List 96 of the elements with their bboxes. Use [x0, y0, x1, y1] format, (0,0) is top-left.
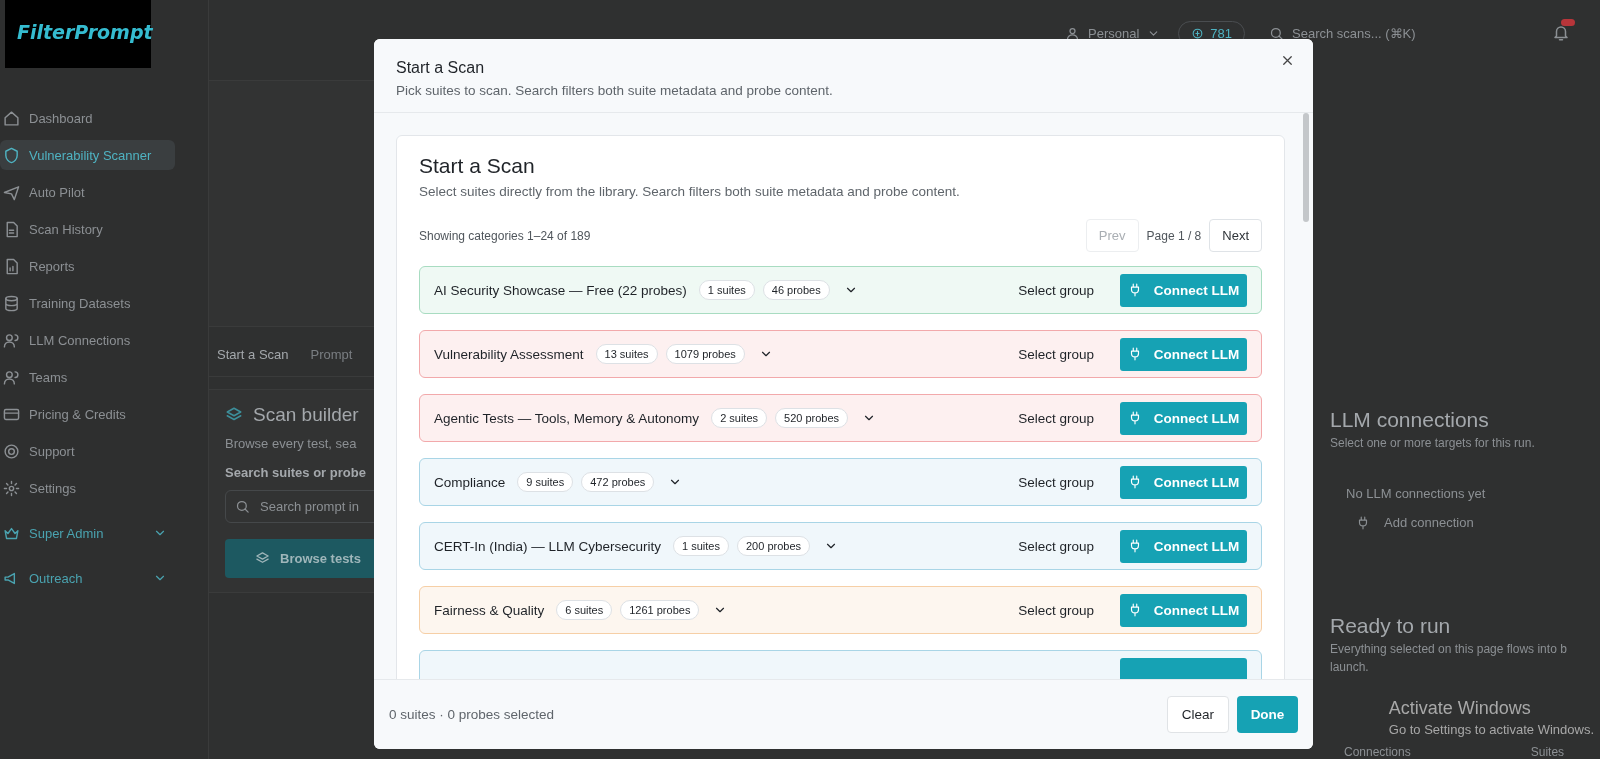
add-connection-button[interactable]: Add connection: [1356, 515, 1474, 530]
sidebar-item[interactable]: Reports: [0, 251, 175, 281]
select-group-button[interactable]: Select group: [1018, 474, 1112, 490]
card-description: Browse every test, sea: [225, 436, 358, 451]
suite-count-badge: 2 suites: [711, 408, 768, 428]
card-title: Start a Scan: [419, 154, 536, 178]
section-description: launch.: [1330, 660, 1370, 674]
sidebar-item[interactable]: Support: [0, 436, 175, 466]
section-description: Select one or more targets for this run.: [1330, 436, 1536, 450]
tab[interactable]: Start a Scan: [217, 347, 289, 362]
section-title: LLM connections: [1330, 408, 1490, 432]
page-indicator: Page 1 / 8: [1146, 228, 1202, 243]
connect-llm-button[interactable]: Connect LLM: [1120, 529, 1247, 563]
sidebar-item[interactable]: Dashboard: [0, 103, 175, 133]
group-name: Fairness & Quality: [434, 602, 545, 618]
probe-count-badge: 472 probes: [581, 472, 655, 492]
selection-summary: 0 suites · 0 probes selected: [389, 707, 555, 722]
next-button[interactable]: Next: [1209, 219, 1262, 252]
connect-llm-button[interactable]: Connect LLM: [1120, 337, 1247, 371]
suite-group-row[interactable]: Fairness & Quality 6 suites 1261 probes Select group Connect LLM: [419, 586, 1262, 634]
probe-count-badge: 1079 probes: [665, 344, 745, 364]
connect-llm-button[interactable]: Connect LLM: [1120, 273, 1247, 307]
connect-llm-button[interactable]: Connect LLM: [1120, 401, 1247, 435]
users-icon: [3, 368, 20, 386]
section-title: Ready to run: [1330, 614, 1452, 638]
select-group-button[interactable]: Select group: [1018, 602, 1112, 618]
section-description: Everything selected on this page flows into b: [1330, 642, 1568, 656]
suite-count-badge: 13 suites: [595, 344, 658, 364]
workspace-switcher[interactable]: Personal: [1065, 25, 1161, 41]
plug-icon: [1356, 515, 1370, 530]
sidebar-item[interactable]: Auto Pilot: [0, 177, 175, 207]
modal-title: Start a Scan: [396, 59, 486, 77]
suite-count-badge: 6 suites: [556, 600, 613, 620]
bell-icon[interactable]: [1552, 24, 1570, 42]
users-icon: [3, 331, 20, 349]
empty-state-text: No LLM connections yet: [1346, 486, 1487, 501]
logo: FilterPrompt: [5, 0, 151, 68]
scrollbar-thumb[interactable]: [1303, 113, 1309, 222]
search-icon: [235, 499, 250, 514]
layers-icon: [255, 551, 270, 566]
search-icon: [1269, 25, 1284, 41]
sidebar-item[interactable]: Settings: [0, 473, 175, 503]
group-name: Agentic Tests — Tools, Memory & Autonomy: [434, 410, 700, 426]
suite-count-badge: 1 suites: [673, 536, 729, 556]
group-name: CERT-In (India) — LLM Cybersecurity: [434, 538, 662, 554]
clear-button[interactable]: Clear: [1167, 696, 1229, 733]
suite-group-row[interactable]: AI Security Showcase — Free (22 probes) 1 suites 46 probes Select group Connect LLM: [419, 266, 1262, 314]
sidebar-item[interactable]: LLM Connections: [0, 325, 175, 355]
suite-group-row[interactable]: Vulnerability Assessment 13 suites 1079 probes Select group Connect LLM: [419, 330, 1262, 378]
done-button[interactable]: Done: [1237, 696, 1298, 733]
group-name: AI Security Showcase — Free (22 probes): [434, 282, 687, 298]
sidebar-item[interactable]: Vulnerability Scanner: [0, 140, 175, 170]
pagination-summary: Showing categories 1–24 of 189: [419, 228, 591, 243]
select-group-button[interactable]: Select group: [1018, 410, 1112, 426]
stat-label: Connections: [1344, 745, 1411, 759]
settings-icon: [3, 479, 20, 497]
suite-count-badge: 9 suites: [517, 472, 574, 492]
group-name: Compliance: [434, 474, 506, 490]
connect-llm-button[interactable]: Connect LLM: [1120, 465, 1247, 499]
probe-count-badge: 1261 probes: [620, 600, 700, 620]
probe-count-badge: 46 probes: [762, 280, 830, 300]
activation-notice-text: Go to Settings to activate Windows.: [1388, 722, 1594, 737]
suite-group-row[interactable]: CERT-In (India) — LLM Cybersecurity 1 suites 200 probes Select group Connect LLM: [419, 522, 1262, 570]
user-icon: [1065, 25, 1080, 41]
activation-notice-title: Activate Windows: [1388, 698, 1532, 719]
select-group-button[interactable]: Select group: [1018, 282, 1112, 298]
stat-label: Suites: [1530, 745, 1565, 759]
plane-icon: [3, 183, 20, 201]
sidebar-group[interactable]: Super Admin: [0, 518, 175, 548]
sidebar-item[interactable]: Pricing & Credits: [0, 399, 175, 429]
select-group-button[interactable]: Select group: [1018, 538, 1112, 554]
probe-count-badge: 200 probes: [737, 536, 811, 556]
sidebar-group[interactable]: Outreach: [0, 563, 175, 593]
close-icon[interactable]: [1280, 53, 1295, 68]
search-field[interactable]: Search scans... (⌘K): [1292, 25, 1462, 41]
notification-badge: [1561, 19, 1575, 26]
group-name: Vulnerability Assessment: [434, 346, 584, 362]
database-icon: [3, 294, 20, 312]
card-title: Scan builder: [253, 404, 359, 426]
field-label: Search suites or probe: [225, 465, 367, 480]
suite-group-row[interactable]: Agentic Tests — Tools, Memory & Autonomy 2 suites 520 probes Select group Connect LLM: [419, 394, 1262, 442]
suite-group-row[interactable]: Compliance 9 suites 472 probes Select group Connect LLM: [419, 458, 1262, 506]
sidebar-item[interactable]: Teams: [0, 362, 175, 392]
lifebuoy-icon: [3, 442, 20, 460]
home-icon: [3, 109, 20, 127]
shield-icon: [3, 146, 20, 164]
card-description: Select suites directly from the library. Search filters both suite metadata and probe content.: [419, 184, 961, 199]
select-group-button[interactable]: Select group: [1018, 346, 1112, 362]
modal-subtitle: Pick suites to scan. Search filters both suite metadata and probe content.: [396, 83, 834, 98]
coin-icon: [1191, 26, 1205, 40]
suite-count-badge: 1 suites: [698, 280, 755, 300]
sidebar-item[interactable]: Scan History: [0, 214, 175, 244]
sidebar-item[interactable]: Training Datasets: [0, 288, 175, 318]
tab[interactable]: Prompt: [310, 347, 353, 362]
probe-count-badge: 520 probes: [775, 408, 849, 428]
connect-llm-button[interactable]: Connect LLM: [1120, 593, 1247, 627]
